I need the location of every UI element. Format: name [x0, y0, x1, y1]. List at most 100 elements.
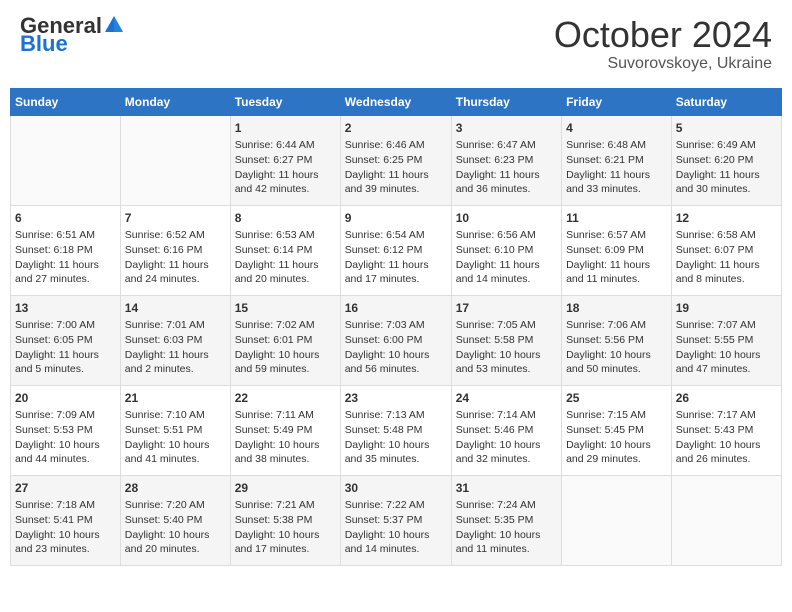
calendar-cell: 24Sunrise: 7:14 AMSunset: 5:46 PMDayligh…	[451, 385, 561, 475]
calendar-cell: 23Sunrise: 7:13 AMSunset: 5:48 PMDayligh…	[340, 385, 451, 475]
day-number: 25	[566, 390, 667, 407]
location-title: Suvorovskoye, Ukraine	[554, 55, 772, 73]
calendar-cell	[562, 475, 672, 565]
day-info: Daylight: 10 hours and 56 minutes.	[345, 348, 447, 377]
day-info: Sunset: 5:55 PM	[676, 333, 777, 348]
day-info: Sunrise: 7:21 AM	[235, 498, 336, 513]
calendar-cell	[11, 115, 121, 205]
logo-blue: Blue	[20, 33, 68, 55]
calendar-cell: 1Sunrise: 6:44 AMSunset: 6:27 PMDaylight…	[230, 115, 340, 205]
day-number: 29	[235, 480, 336, 497]
day-info: Sunrise: 6:44 AM	[235, 138, 336, 153]
calendar-cell: 2Sunrise: 6:46 AMSunset: 6:25 PMDaylight…	[340, 115, 451, 205]
day-info: Daylight: 11 hours and 20 minutes.	[235, 258, 336, 287]
day-info: Sunset: 6:23 PM	[456, 153, 557, 168]
day-info: Daylight: 10 hours and 32 minutes.	[456, 438, 557, 467]
day-number: 13	[15, 300, 116, 317]
day-number: 18	[566, 300, 667, 317]
day-info: Sunset: 6:14 PM	[235, 243, 336, 258]
calendar-cell: 4Sunrise: 6:48 AMSunset: 6:21 PMDaylight…	[562, 115, 672, 205]
logo: General Blue	[20, 15, 125, 55]
calendar-cell	[120, 115, 230, 205]
calendar-week-row: 27Sunrise: 7:18 AMSunset: 5:41 PMDayligh…	[11, 475, 782, 565]
day-number: 24	[456, 390, 557, 407]
day-info: Daylight: 11 hours and 5 minutes.	[15, 348, 116, 377]
day-info: Daylight: 11 hours and 30 minutes.	[676, 168, 777, 197]
calendar-cell: 27Sunrise: 7:18 AMSunset: 5:41 PMDayligh…	[11, 475, 121, 565]
day-number: 6	[15, 210, 116, 227]
day-number: 21	[125, 390, 226, 407]
day-info: Daylight: 10 hours and 53 minutes.	[456, 348, 557, 377]
day-info: Daylight: 11 hours and 8 minutes.	[676, 258, 777, 287]
day-number: 31	[456, 480, 557, 497]
day-info: Sunset: 5:35 PM	[456, 513, 557, 528]
day-info: Sunrise: 6:54 AM	[345, 228, 447, 243]
day-info: Sunrise: 6:57 AM	[566, 228, 667, 243]
day-info: Sunset: 5:38 PM	[235, 513, 336, 528]
calendar-cell: 31Sunrise: 7:24 AMSunset: 5:35 PMDayligh…	[451, 475, 561, 565]
calendar-cell: 16Sunrise: 7:03 AMSunset: 6:00 PMDayligh…	[340, 295, 451, 385]
day-info: Daylight: 11 hours and 36 minutes.	[456, 168, 557, 197]
day-number: 4	[566, 120, 667, 137]
calendar-cell: 9Sunrise: 6:54 AMSunset: 6:12 PMDaylight…	[340, 205, 451, 295]
calendar-cell: 3Sunrise: 6:47 AMSunset: 6:23 PMDaylight…	[451, 115, 561, 205]
calendar-cell: 28Sunrise: 7:20 AMSunset: 5:40 PMDayligh…	[120, 475, 230, 565]
day-info: Sunrise: 7:17 AM	[676, 408, 777, 423]
day-info: Sunset: 6:12 PM	[345, 243, 447, 258]
weekday-header-monday: Monday	[120, 88, 230, 115]
day-info: Daylight: 10 hours and 47 minutes.	[676, 348, 777, 377]
day-info: Sunset: 6:27 PM	[235, 153, 336, 168]
day-info: Sunrise: 7:18 AM	[15, 498, 116, 513]
weekday-header-row: SundayMondayTuesdayWednesdayThursdayFrid…	[11, 88, 782, 115]
day-info: Sunrise: 7:10 AM	[125, 408, 226, 423]
calendar-week-row: 6Sunrise: 6:51 AMSunset: 6:18 PMDaylight…	[11, 205, 782, 295]
day-info: Sunrise: 6:47 AM	[456, 138, 557, 153]
day-number: 3	[456, 120, 557, 137]
day-info: Sunrise: 7:24 AM	[456, 498, 557, 513]
day-number: 8	[235, 210, 336, 227]
day-number: 1	[235, 120, 336, 137]
calendar-cell: 10Sunrise: 6:56 AMSunset: 6:10 PMDayligh…	[451, 205, 561, 295]
calendar-cell: 7Sunrise: 6:52 AMSunset: 6:16 PMDaylight…	[120, 205, 230, 295]
calendar-cell: 22Sunrise: 7:11 AMSunset: 5:49 PMDayligh…	[230, 385, 340, 475]
day-info: Daylight: 10 hours and 23 minutes.	[15, 528, 116, 557]
day-info: Sunset: 5:40 PM	[125, 513, 226, 528]
calendar-cell: 6Sunrise: 6:51 AMSunset: 6:18 PMDaylight…	[11, 205, 121, 295]
day-info: Sunrise: 7:15 AM	[566, 408, 667, 423]
day-info: Sunrise: 6:56 AM	[456, 228, 557, 243]
day-info: Daylight: 10 hours and 29 minutes.	[566, 438, 667, 467]
day-info: Sunset: 5:48 PM	[345, 423, 447, 438]
day-number: 7	[125, 210, 226, 227]
day-info: Sunset: 6:07 PM	[676, 243, 777, 258]
day-info: Daylight: 10 hours and 14 minutes.	[345, 528, 447, 557]
day-info: Sunrise: 7:09 AM	[15, 408, 116, 423]
day-info: Daylight: 11 hours and 2 minutes.	[125, 348, 226, 377]
day-info: Sunrise: 7:06 AM	[566, 318, 667, 333]
day-info: Sunset: 6:25 PM	[345, 153, 447, 168]
day-info: Daylight: 10 hours and 50 minutes.	[566, 348, 667, 377]
calendar-cell: 30Sunrise: 7:22 AMSunset: 5:37 PMDayligh…	[340, 475, 451, 565]
day-info: Sunset: 5:51 PM	[125, 423, 226, 438]
day-info: Daylight: 11 hours and 14 minutes.	[456, 258, 557, 287]
calendar-cell: 13Sunrise: 7:00 AMSunset: 6:05 PMDayligh…	[11, 295, 121, 385]
day-info: Sunrise: 7:22 AM	[345, 498, 447, 513]
day-info: Sunrise: 6:52 AM	[125, 228, 226, 243]
day-info: Sunset: 5:41 PM	[15, 513, 116, 528]
day-info: Sunrise: 6:53 AM	[235, 228, 336, 243]
day-info: Sunset: 5:56 PM	[566, 333, 667, 348]
calendar-cell: 21Sunrise: 7:10 AMSunset: 5:51 PMDayligh…	[120, 385, 230, 475]
day-info: Daylight: 11 hours and 11 minutes.	[566, 258, 667, 287]
day-info: Sunset: 6:18 PM	[15, 243, 116, 258]
day-number: 2	[345, 120, 447, 137]
day-info: Sunset: 5:43 PM	[676, 423, 777, 438]
day-number: 28	[125, 480, 226, 497]
day-info: Sunset: 6:20 PM	[676, 153, 777, 168]
day-info: Sunset: 6:01 PM	[235, 333, 336, 348]
logo-icon	[103, 14, 125, 36]
day-info: Sunset: 5:58 PM	[456, 333, 557, 348]
day-number: 17	[456, 300, 557, 317]
day-info: Daylight: 10 hours and 44 minutes.	[15, 438, 116, 467]
calendar-week-row: 13Sunrise: 7:00 AMSunset: 6:05 PMDayligh…	[11, 295, 782, 385]
day-info: Sunset: 6:21 PM	[566, 153, 667, 168]
day-info: Sunset: 6:05 PM	[15, 333, 116, 348]
